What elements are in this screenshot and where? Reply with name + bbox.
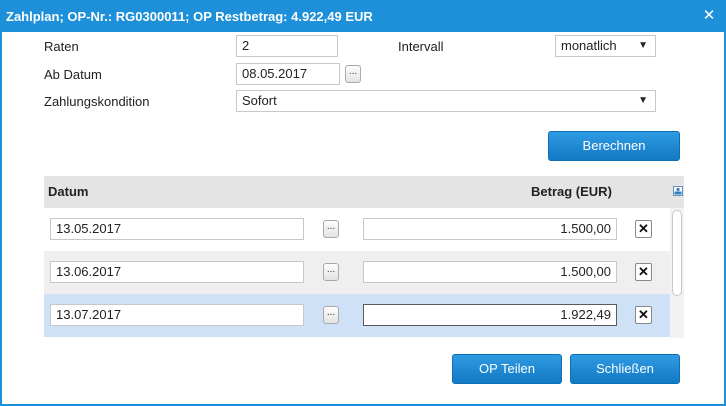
dialog-title: Zahlplan; OP-Nr.: RG0300011; OP Restbetr… — [6, 9, 373, 24]
zahlungskondition-select[interactable]: Sofort ▼ — [236, 90, 656, 112]
table-row-selected[interactable]: 13.07.2017 ... 1.922,49 ✕ — [44, 294, 670, 337]
row-datum-picker-button[interactable]: ... — [323, 263, 339, 281]
ab-datum-label: Ab Datum — [44, 67, 102, 82]
delete-row-icon[interactable]: ✕ — [635, 263, 652, 281]
grid-header: Datum Betrag (EUR) — [44, 176, 684, 208]
ratenplan-grid: 13.05.2017 ... 1.500,00 ✕ 13.06.2017 ...… — [44, 208, 670, 338]
zahlungskondition-selected-value: Sofort — [242, 93, 277, 108]
row-datum-picker-button[interactable]: ... — [323, 220, 339, 238]
chevron-down-icon: ▼ — [638, 95, 648, 106]
schliessen-button[interactable]: Schließen — [570, 354, 680, 384]
row-betrag-input[interactable]: 1.500,00 — [363, 261, 617, 283]
column-chooser-icon[interactable] — [673, 186, 683, 196]
berechnen-button[interactable]: Berechnen — [548, 131, 680, 161]
delete-row-icon[interactable]: ✕ — [635, 306, 652, 324]
row-betrag-input-active[interactable]: 1.922,49 — [363, 304, 617, 326]
zahlungskondition-label: Zahlungskondition — [44, 94, 150, 109]
intervall-select[interactable]: monatlich ▼ — [555, 35, 656, 57]
table-row[interactable]: 13.05.2017 ... 1.500,00 ✕ — [44, 208, 670, 251]
zahlplan-dialog: Zahlplan; OP-Nr.: RG0300011; OP Restbetr… — [0, 0, 726, 406]
intervall-selected-value: monatlich — [561, 38, 617, 53]
ab-datum-picker-button[interactable]: ... — [345, 65, 361, 83]
column-header-datum[interactable]: Datum — [48, 176, 88, 208]
op-teilen-button[interactable]: OP Teilen — [452, 354, 562, 384]
grid-scrollbar[interactable] — [670, 208, 684, 338]
column-header-betrag[interactable]: Betrag (EUR) — [531, 176, 612, 208]
row-betrag-input[interactable]: 1.500,00 — [363, 218, 617, 240]
ab-datum-input[interactable]: 08.05.2017 — [236, 63, 340, 85]
dialog-titlebar[interactable]: Zahlplan; OP-Nr.: RG0300011; OP Restbetr… — [2, 2, 724, 32]
delete-row-icon[interactable]: ✕ — [635, 220, 652, 238]
intervall-label: Intervall — [398, 39, 444, 54]
row-datum-input[interactable]: 13.05.2017 — [50, 218, 304, 240]
close-icon[interactable]: ✕ — [700, 7, 718, 25]
row-datum-input[interactable]: 13.07.2017 — [50, 304, 304, 326]
raten-label: Raten — [44, 39, 79, 54]
table-row[interactable]: 13.06.2017 ... 1.500,00 ✕ — [44, 251, 670, 294]
row-datum-input[interactable]: 13.06.2017 — [50, 261, 304, 283]
chevron-down-icon: ▼ — [638, 40, 648, 51]
raten-input[interactable]: 2 — [236, 35, 338, 57]
grid-scrollbar-thumb[interactable] — [672, 210, 682, 296]
row-datum-picker-button[interactable]: ... — [323, 306, 339, 324]
